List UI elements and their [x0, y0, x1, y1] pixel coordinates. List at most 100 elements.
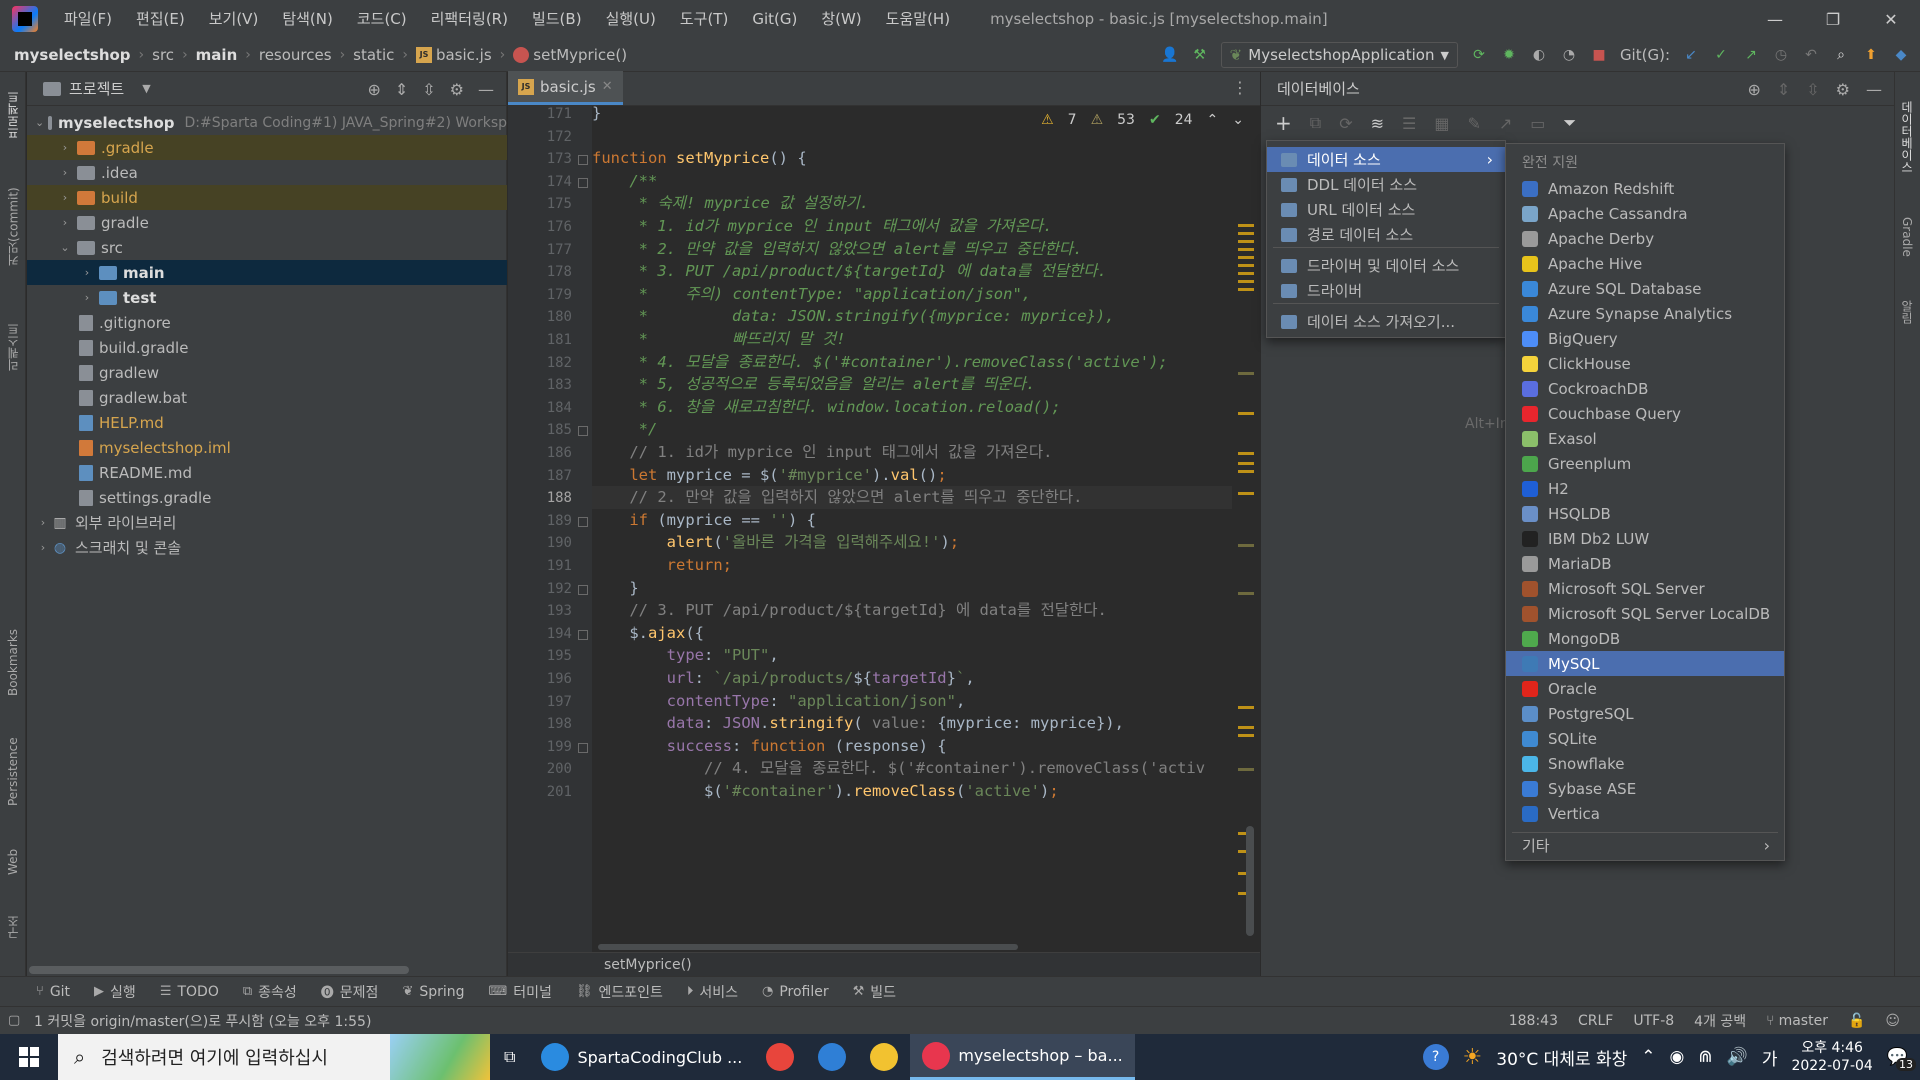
- git-update-icon[interactable]: ↙: [1682, 46, 1700, 64]
- schema-icon[interactable]: ≋: [1371, 114, 1384, 133]
- datasource-other[interactable]: 기타 ›: [1506, 833, 1784, 858]
- datasource-item[interactable]: MariaDB: [1506, 551, 1784, 576]
- tree-item[interactable]: › build: [27, 185, 507, 210]
- run-config-selector[interactable]: ❦ MyselectshopApplication ▼: [1220, 42, 1458, 68]
- code-line[interactable]: alert('올바른 가격을 입력해주세요!');: [592, 531, 959, 554]
- fold-marker-icon[interactable]: [578, 742, 588, 753]
- chevron-down-icon[interactable]: ▼: [142, 82, 150, 95]
- tool-window-build[interactable]: ⚒ 빌드: [853, 982, 896, 1002]
- datasource-item[interactable]: SQLite: [1506, 726, 1784, 751]
- expand-all-icon[interactable]: ⇕: [395, 80, 408, 99]
- weather-text[interactable]: 30°C 대체로 화창: [1496, 1045, 1627, 1070]
- code-line[interactable]: function setMyprice() {: [592, 147, 807, 170]
- code-line[interactable]: * 2. 만약 값을 입력하지 않았으면 alert를 띄우고 중단한다.: [592, 238, 1083, 261]
- crumb-src[interactable]: src: [152, 46, 174, 64]
- datasource-item[interactable]: Vertica: [1506, 801, 1784, 826]
- close-button[interactable]: ✕: [1862, 0, 1920, 38]
- minimize-button[interactable]: —: [1746, 0, 1804, 38]
- tree-item[interactable]: › .gradle: [27, 135, 507, 160]
- fold-marker-icon[interactable]: [578, 629, 588, 640]
- intellij-logo-icon[interactable]: [12, 6, 38, 32]
- tool-window-terminal[interactable]: ⌨ 터미널: [489, 982, 552, 1002]
- code-line[interactable]: // 4. 모달을 종료한다. $('#container').removeCl…: [592, 757, 1205, 780]
- code-line[interactable]: * data: JSON.stringify({myprice: myprice…: [592, 305, 1115, 328]
- more-tabs-icon[interactable]: ⋮: [1232, 78, 1248, 97]
- close-tab-icon[interactable]: ✕: [602, 79, 613, 94]
- datasource-item[interactable]: Oracle: [1506, 676, 1784, 701]
- crumb-file[interactable]: basic.js: [436, 46, 492, 64]
- lock-icon[interactable]: 🔓: [1848, 1013, 1865, 1029]
- event-log-icon[interactable]: ☺: [1885, 1013, 1900, 1029]
- datasource-item[interactable]: HSQLDB: [1506, 501, 1784, 526]
- menu-1[interactable]: DDL 데이터 소스: [1267, 172, 1505, 197]
- datasource-item[interactable]: Apache Derby: [1506, 226, 1784, 251]
- update-icon[interactable]: ⬆: [1862, 46, 1880, 64]
- code-line[interactable]: contentType: "application/json",: [592, 690, 966, 713]
- tree-root[interactable]: ⌄ myselectshop D:#Sparta Coding#1) JAVA_…: [27, 110, 507, 135]
- tab-gradle[interactable]: Gradle: [1894, 202, 1920, 272]
- search-icon[interactable]: ⌕: [1832, 46, 1850, 64]
- tool-window-git[interactable]: ⑂ Git: [36, 984, 70, 1000]
- tab-notifications[interactable]: 알림: [1894, 287, 1920, 337]
- tab-database[interactable]: 데이터베이스: [1894, 82, 1920, 192]
- taskbar-app-2[interactable]: [806, 1034, 858, 1080]
- tree-expand-icon[interactable]: ›: [57, 191, 73, 204]
- taskbar-app-4[interactable]: myselectshop – ba...: [910, 1034, 1135, 1080]
- tree-expand-icon[interactable]: ›: [79, 266, 95, 279]
- tree-item[interactable]: gradlew: [27, 360, 507, 385]
- globe-icon[interactable]: ⊕: [1747, 80, 1760, 99]
- datasource-item[interactable]: Couchbase Query: [1506, 401, 1784, 426]
- tree-item[interactable]: settings.gradle: [27, 485, 507, 510]
- refresh-icon[interactable]: ⟳: [1339, 114, 1352, 133]
- gear-icon[interactable]: ⚙: [450, 80, 464, 99]
- datasource-item[interactable]: Apache Hive: [1506, 251, 1784, 276]
- start-button[interactable]: [0, 1034, 58, 1080]
- editor-breadcrumb[interactable]: setMyprice(): [508, 952, 1260, 976]
- menu-item-8[interactable]: 도구(T): [668, 0, 740, 38]
- tree-expand-icon[interactable]: ›: [35, 516, 51, 529]
- tree-item[interactable]: build.gradle: [27, 335, 507, 360]
- datasource-item[interactable]: MySQL: [1506, 651, 1784, 676]
- wifi-icon[interactable]: ⋒: [1698, 1047, 1712, 1067]
- crumb-project[interactable]: myselectshop: [14, 46, 131, 64]
- tab-bookmarks[interactable]: Bookmarks: [0, 612, 26, 712]
- datasource-item[interactable]: BigQuery: [1506, 326, 1784, 351]
- datasource-item[interactable]: Exasol: [1506, 426, 1784, 451]
- menu-item-5[interactable]: 리팩터링(R): [419, 0, 520, 38]
- tree-item[interactable]: myselectshop.iml: [27, 435, 507, 460]
- help-icon[interactable]: ?: [1422, 1044, 1449, 1070]
- ime-indicator[interactable]: 가: [1762, 1045, 1778, 1070]
- menu-3[interactable]: 경로 데이터 소스: [1267, 222, 1505, 247]
- code-line[interactable]: * 숙제! myprice 값 설정하기.: [592, 192, 869, 215]
- hide-icon[interactable]: —: [1866, 80, 1882, 99]
- file-encoding[interactable]: UTF-8: [1633, 1013, 1674, 1029]
- fold-marker-icon[interactable]: [578, 426, 588, 437]
- tree-item[interactable]: HELP.md: [27, 410, 507, 435]
- fold-marker-icon[interactable]: [578, 516, 588, 527]
- notification-icon[interactable]: 💬 13: [1887, 1047, 1916, 1071]
- crumb-function[interactable]: setMyprice(): [533, 46, 627, 64]
- filter-icon[interactable]: ⏷: [1563, 113, 1576, 133]
- code-line[interactable]: // 2. 만약 값을 입력하지 않았으면 alert를 띄우고 중단한다.: [592, 486, 1232, 509]
- menu-item-7[interactable]: 실행(U): [594, 0, 668, 38]
- code-line[interactable]: type: "PUT",: [592, 644, 779, 667]
- menu-item-11[interactable]: 도움말(H): [874, 0, 962, 38]
- tool-window-profiler[interactable]: ◔ Profiler: [762, 984, 829, 1000]
- error-stripe[interactable]: [1232, 106, 1260, 958]
- code-line[interactable]: data: JSON.stringify( value: {myprice: m…: [592, 712, 1124, 735]
- tool-window-endpoints[interactable]: ⛓ 엔드포인트: [576, 982, 663, 1002]
- clock[interactable]: 오후 4:46 2022-07-04: [1791, 1039, 1872, 1075]
- tree-item[interactable]: README.md: [27, 460, 507, 485]
- code-line[interactable]: * 3. PUT /api/product/${targetId} 에 data…: [592, 260, 1107, 283]
- volume-icon[interactable]: 🔊: [1727, 1047, 1748, 1067]
- menu-item-6[interactable]: 빌드(B): [520, 0, 594, 38]
- tree-item[interactable]: › test: [27, 285, 507, 310]
- indent-setting[interactable]: 4개 공백: [1694, 1011, 1746, 1031]
- build-hammer-icon[interactable]: ⚒: [1191, 46, 1209, 64]
- code-line[interactable]: * 주의) contentType: "application/json",: [592, 283, 1031, 306]
- datasource-item[interactable]: Microsoft SQL Server: [1506, 576, 1784, 601]
- profile-icon[interactable]: ◔: [1560, 46, 1578, 64]
- task-view-icon[interactable]: ⧉: [490, 1034, 529, 1080]
- tool-window-todo[interactable]: ☰ TODO: [160, 984, 219, 1000]
- stack-icon[interactable]: ☰: [1402, 114, 1416, 133]
